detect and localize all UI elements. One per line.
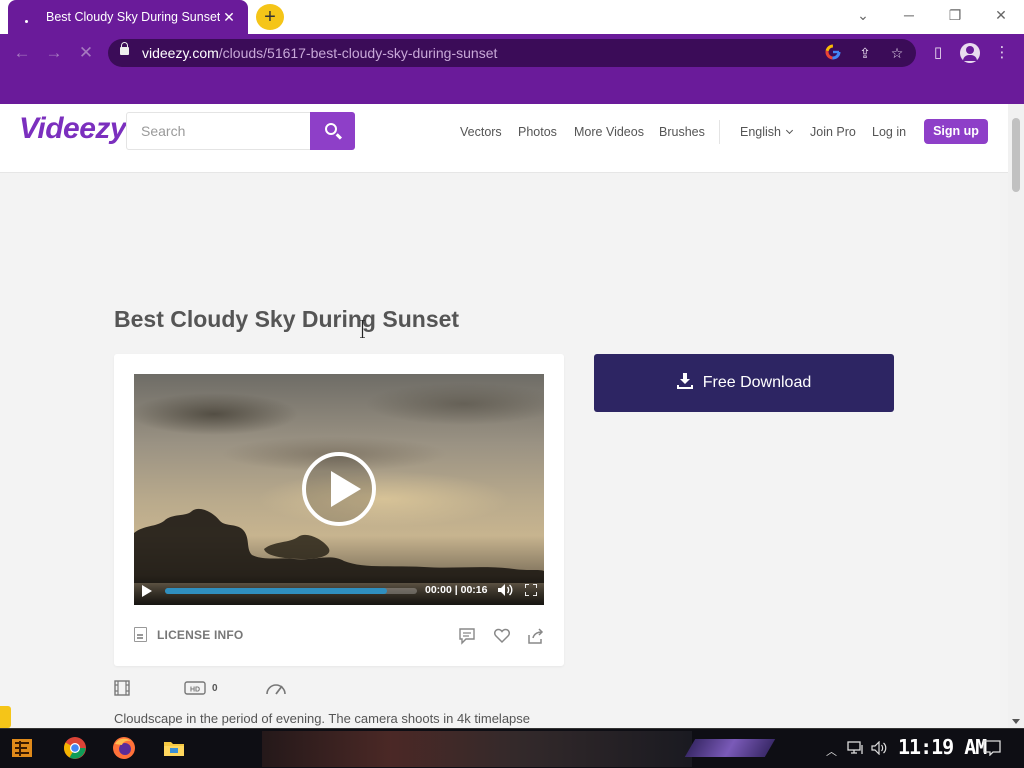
video-controls: 00:00 | 00:16 [134, 575, 544, 605]
chevron-down-icon [785, 126, 794, 135]
text-cursor-icon [360, 320, 365, 338]
share-icon[interactable]: ⇪ [856, 44, 874, 62]
progress-bar[interactable] [165, 588, 417, 594]
browser-toolbar: ← → ✕ videezy.com/clouds/51617-best-clou… [0, 34, 1024, 72]
volume-icon[interactable] [498, 584, 514, 596]
taskbar-clock[interactable]: 11:19 AM [898, 735, 987, 759]
free-download-button[interactable]: Free Download [594, 354, 894, 412]
hd-count: 0 [212, 683, 218, 694]
license-info[interactable]: LICENSE INFO [134, 627, 243, 642]
nav-more-videos[interactable]: More Videos [574, 125, 644, 139]
scroll-down-icon[interactable] [1012, 719, 1020, 724]
new-tab-button[interactable]: + [256, 4, 284, 30]
back-icon[interactable]: ← [10, 42, 34, 64]
url-text[interactable]: videezy.com/clouds/51617-best-cloudy-sky… [142, 45, 497, 61]
minimize-icon[interactable]: ─ [886, 0, 932, 30]
notification-icon[interactable] [983, 740, 1001, 756]
menu-kebab-icon[interactable]: ⋮ [992, 43, 1012, 63]
restore-icon[interactable]: ❐ [932, 0, 978, 30]
address-bar[interactable]: videezy.com/clouds/51617-best-cloudy-sky… [108, 39, 916, 67]
taskbar-decoration [684, 739, 776, 757]
tab-close-icon[interactable]: ✕ [220, 8, 238, 26]
page-scrollbar[interactable] [1008, 104, 1024, 728]
start-menu-icon[interactable] [10, 736, 34, 760]
browser-tab[interactable]: Best Cloudy Sky During Sunset ✕ [8, 0, 248, 34]
progress-fill [165, 588, 387, 594]
favicon-icon [18, 9, 34, 25]
nav-photos[interactable]: Photos [518, 125, 557, 139]
stop-loading-icon[interactable]: ✕ [74, 42, 98, 64]
chrome-icon[interactable] [63, 736, 87, 760]
bookmark-bar [0, 72, 1024, 104]
video-card: 00:00 | 00:16 LICENSE INFO [114, 354, 564, 666]
side-badge[interactable] [0, 706, 11, 728]
search-icon [325, 123, 337, 135]
scrollbar-thumb[interactable] [1012, 118, 1020, 192]
tab-title: Best Cloudy Sky During Sunset [46, 10, 220, 24]
fullscreen-icon[interactable] [525, 584, 537, 596]
signup-button[interactable]: Sign up [924, 119, 988, 144]
free-download-label: Free Download [702, 374, 812, 391]
page-title: Best Cloudy Sky During Sunset [114, 306, 460, 332]
tab-search-icon[interactable]: ⌄ [840, 0, 886, 30]
search-input[interactable] [127, 113, 310, 149]
license-info-label: LICENSE INFO [157, 627, 244, 642]
login-link[interactable]: Log in [872, 125, 906, 139]
close-window-icon[interactable]: ✕ [978, 0, 1024, 30]
film-icon [114, 680, 130, 696]
nav-divider [719, 120, 720, 144]
video-description: Cloudscape in the period of evening. The… [114, 711, 531, 726]
share-icon[interactable] [527, 627, 545, 645]
video-time: 00:00 | 00:16 [425, 584, 488, 596]
file-explorer-icon[interactable] [162, 736, 186, 760]
search-button[interactable] [310, 112, 355, 150]
document-icon [134, 627, 147, 642]
play-overlay-button[interactable] [302, 452, 376, 526]
tab-strip: Best Cloudy Sky During Sunset ✕ + ⌄ ─ ❐ … [0, 0, 1024, 34]
taskbar-wallpaper [262, 731, 692, 767]
site-header: Videezy Vectors Photos More Videos Brush… [0, 104, 1008, 173]
comment-icon[interactable] [458, 627, 476, 645]
search-field[interactable] [126, 112, 310, 150]
side-panel-icon[interactable]: ▯ [928, 43, 948, 63]
lock-icon[interactable] [120, 42, 129, 55]
videezy-logo[interactable]: Videezy [19, 112, 127, 146]
heart-icon[interactable] [493, 627, 511, 645]
profile-avatar-icon[interactable] [960, 43, 980, 63]
bookmark-star-icon[interactable]: ☆ [888, 44, 906, 62]
hd-icon: HD [184, 681, 206, 695]
join-pro-link[interactable]: Join Pro [810, 125, 856, 139]
google-lens-icon[interactable] [824, 44, 842, 62]
tray-overflow-icon[interactable]: ︿ [826, 743, 837, 759]
speed-gauge-icon [266, 684, 286, 695]
webpage: Videezy Vectors Photos More Videos Brush… [0, 104, 1008, 728]
network-icon[interactable] [847, 741, 865, 755]
video-player[interactable]: 00:00 | 00:16 [134, 374, 544, 605]
svg-text:HD: HD [190, 687, 200, 694]
nav-vectors[interactable]: Vectors [460, 125, 502, 139]
language-dropdown[interactable]: English [740, 125, 794, 139]
nav-brushes[interactable]: Brushes [659, 125, 705, 139]
firefox-icon[interactable] [112, 736, 136, 760]
speaker-icon[interactable] [871, 741, 889, 755]
play-icon[interactable] [142, 585, 152, 597]
download-icon [676, 373, 693, 389]
forward-icon[interactable]: → [42, 42, 66, 64]
